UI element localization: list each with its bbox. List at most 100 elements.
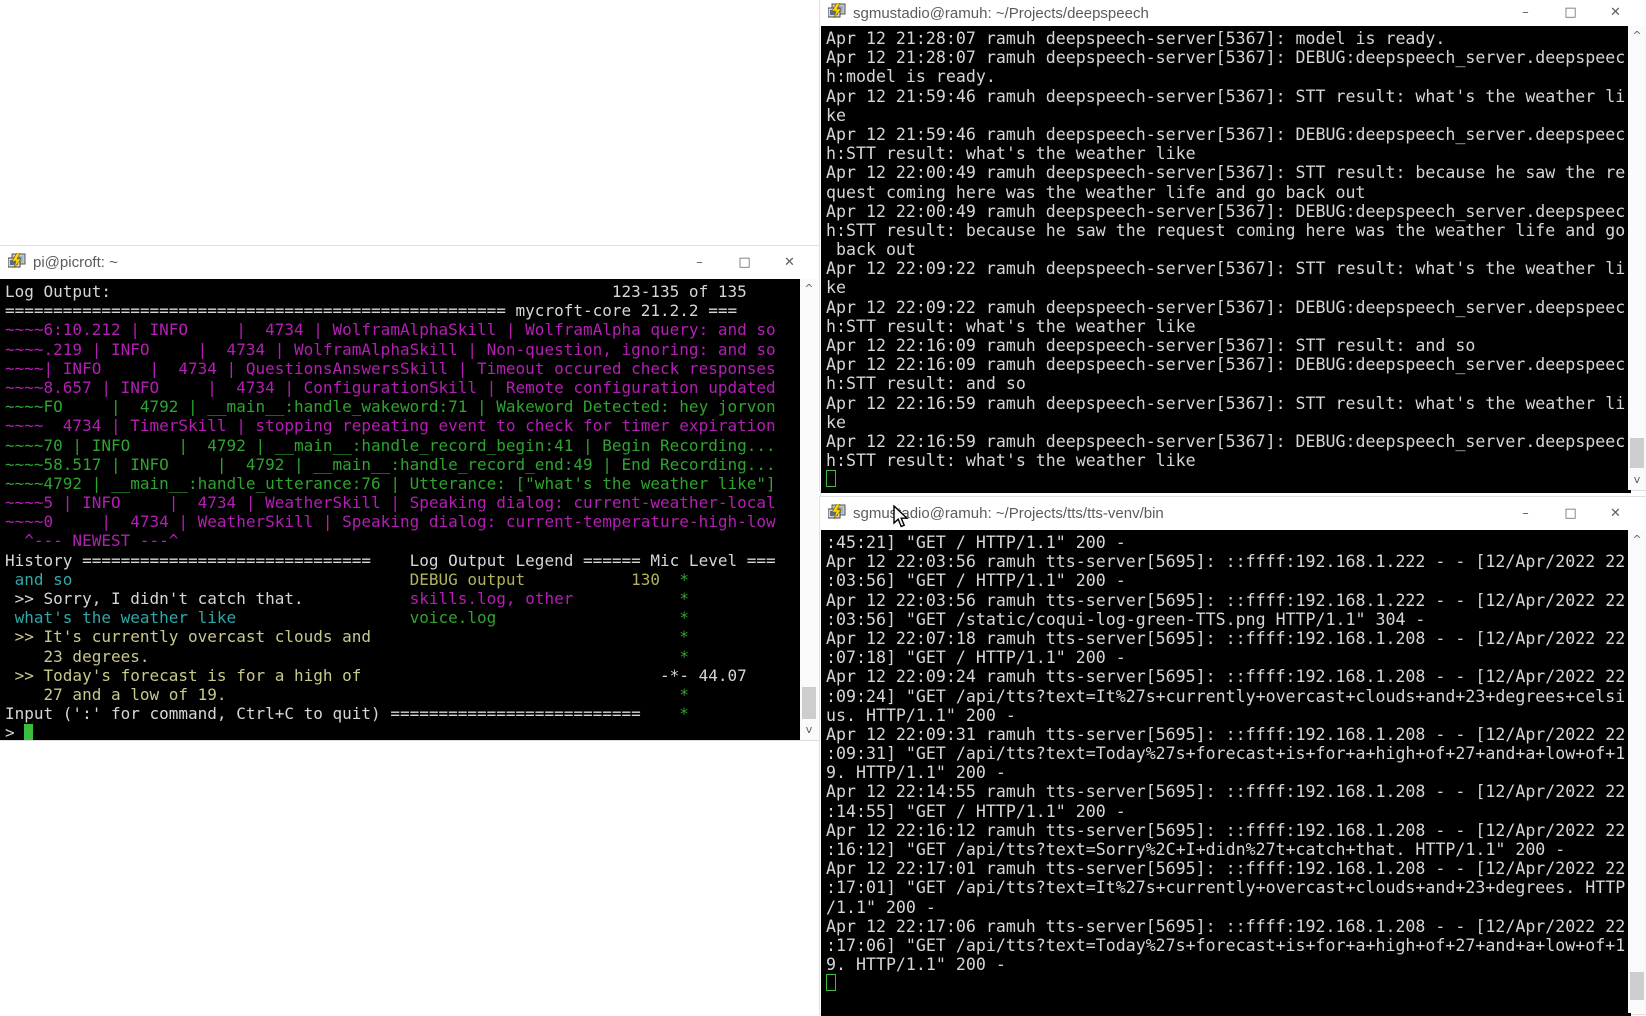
minimize-icon[interactable]: – (1503, 502, 1548, 526)
text-cursor (826, 470, 836, 487)
deepspeech-terminal-output[interactable]: Apr 12 21:28:07 ramuh deepspeech-server[… (821, 26, 1631, 493)
terminal-line: ~~~~6:10.212 | INFO | 4734 | WolframAlph… (5, 320, 800, 339)
terminal-line: Input (':' for command, Ctrl+C to quit) … (5, 704, 800, 723)
terminal-line: ~~~~0 | 4734 | WeatherSkill | Speaking d… (5, 512, 800, 531)
deepspeech-titlebar[interactable]: sgmustadio@ramuh: ~/Projects/deepspeech … (820, 0, 1646, 26)
terminal-line: ~~~~| INFO | 4734 | QuestionsAnswersSkil… (5, 359, 800, 378)
terminal-line: 9. HTTP/1.1" 200 - (826, 763, 1631, 782)
terminal-line: >> It's currently overcast clouds and * (5, 627, 800, 646)
terminal-line: h:STT result: because he saw the request… (826, 221, 1631, 240)
picroft-terminal-output[interactable]: Log Output: 123-135 of 135==============… (0, 279, 800, 740)
terminal-line: Apr 12 22:03:56 ramuh tts-server[5695]: … (826, 591, 1631, 610)
terminal-line: Log Output: 123-135 of 135 (5, 282, 800, 301)
putty-terminal-icon (8, 253, 26, 273)
terminal-line: Apr 12 22:16:12 ramuh tts-server[5695]: … (826, 821, 1631, 840)
terminal-line: h:STT result: what's the weather like (826, 317, 1631, 336)
terminal-line: 27 and a low of 19. * (5, 685, 800, 704)
terminal-line: Apr 12 22:00:49 ramuh deepspeech-server[… (826, 202, 1631, 221)
terminal-line: h:STT result: and so (826, 374, 1631, 393)
terminal-line: quest coming here was the weather life a… (826, 183, 1631, 202)
terminal-line (826, 974, 1631, 993)
scroll-up-icon[interactable]: ^ (1628, 532, 1646, 548)
window-tts: sgmustadio@ramuh: ~/Projects/tts/tts-ven… (820, 497, 1646, 1014)
terminal-line: >> Today's forecast is for a high of -*-… (5, 666, 800, 685)
terminal-line: /1.1" 200 - (826, 898, 1631, 917)
terminal-line: :45:21] "GET / HTTP/1.1" 200 - (826, 533, 1631, 552)
terminal-line: Apr 12 21:28:07 ramuh deepspeech-server[… (826, 48, 1631, 67)
deepspeech-scrollbar[interactable]: ^ v (1628, 26, 1646, 490)
terminal-line: Apr 12 22:16:59 ramuh deepspeech-server[… (826, 432, 1631, 451)
terminal-line: :16:12] "GET /api/tts?text=Sorry%2C+I+di… (826, 840, 1631, 859)
tts-terminal-output[interactable]: :45:21] "GET / HTTP/1.1" 200 -Apr 12 22:… (821, 530, 1631, 1016)
terminal-line: :17:06] "GET /api/tts?text=Today%27s+for… (826, 936, 1631, 955)
maximize-icon[interactable]: □ (1548, 502, 1593, 526)
terminal-line: ~~~~70 | INFO | 4792 | __main__:handle_r… (5, 436, 800, 455)
maximize-icon[interactable]: □ (722, 251, 767, 275)
terminal-line: ~~~~FO | 4792 | __main__:handle_wakeword… (5, 397, 800, 416)
terminal-line: and so DEBUG output 130 * (5, 570, 800, 589)
terminal-line: Apr 12 22:14:55 ramuh tts-server[5695]: … (826, 782, 1631, 801)
terminal-line: ~~~~8.657 | INFO | 4734 | ConfigurationS… (5, 378, 800, 397)
terminal-line: h:STT result: what's the weather like (826, 144, 1631, 163)
scroll-up-icon[interactable]: ^ (1628, 28, 1646, 44)
scroll-down-icon[interactable]: v (800, 722, 818, 738)
picroft-scrollbar[interactable]: ^ v (800, 279, 818, 740)
terminal-line: Apr 12 22:09:22 ramuh deepspeech-server[… (826, 259, 1631, 278)
terminal-line: ke (826, 278, 1631, 297)
close-icon[interactable]: ✕ (1593, 1, 1638, 25)
maximize-icon[interactable]: □ (1548, 1, 1593, 25)
terminal-line: :09:31] "GET /api/tts?text=Today%27s+for… (826, 744, 1631, 763)
terminal-line: ========================================… (5, 301, 800, 320)
terminal-line: :03:56] "GET / HTTP/1.1" 200 - (826, 571, 1631, 590)
text-cursor (826, 974, 836, 991)
terminal-line: Apr 12 22:03:56 ramuh tts-server[5695]: … (826, 552, 1631, 571)
terminal-line: :14:55] "GET / HTTP/1.1" 200 - (826, 802, 1631, 821)
terminal-line: Apr 12 21:28:07 ramuh deepspeech-server[… (826, 29, 1631, 48)
terminal-line: >> Sorry, I didn't catch that. skills.lo… (5, 589, 800, 608)
terminal-line: ~~~~4792 | __main__:handle_utterance:76 … (5, 474, 800, 493)
scroll-down-icon[interactable]: v (1628, 472, 1646, 488)
terminal-line: back out (826, 240, 1631, 259)
window-deepspeech: sgmustadio@ramuh: ~/Projects/deepspeech … (820, 0, 1646, 490)
terminal-line: h:STT result: what's the weather like (826, 451, 1631, 470)
scrollbar-thumb[interactable] (1630, 438, 1644, 468)
desktop: { "chrome": { "minimize": "–", "maximize… (0, 0, 1646, 1014)
scrollbar-thumb[interactable] (1630, 972, 1644, 1000)
putty-terminal-icon (828, 504, 846, 524)
terminal-line: ^--- NEWEST ---^ (5, 531, 800, 550)
scroll-up-icon[interactable]: ^ (800, 281, 818, 297)
terminal-line: 23 degrees. * (5, 647, 800, 666)
tts-window-title: sgmustadio@ramuh: ~/Projects/tts/tts-ven… (853, 505, 1503, 522)
minimize-icon[interactable]: – (677, 251, 722, 275)
terminal-line: Apr 12 22:07:18 ramuh tts-server[5695]: … (826, 629, 1631, 648)
scrollbar-thumb[interactable] (802, 687, 816, 719)
terminal-line: ~~~~5 | INFO | 4734 | WeatherSkill | Spe… (5, 493, 800, 512)
close-icon[interactable]: ✕ (767, 251, 812, 275)
terminal-line: Apr 12 22:00:49 ramuh deepspeech-server[… (826, 163, 1631, 182)
putty-terminal-icon (828, 3, 846, 23)
terminal-line: Apr 12 22:16:09 ramuh deepspeech-server[… (826, 336, 1631, 355)
tts-titlebar[interactable]: sgmustadio@ramuh: ~/Projects/tts/tts-ven… (820, 497, 1646, 530)
terminal-line: :07:18] "GET / HTTP/1.1" 200 - (826, 648, 1631, 667)
terminal-line: :17:01] "GET /api/tts?text=It%27s+curren… (826, 878, 1631, 897)
picroft-titlebar[interactable]: pi@picroft: ~ – □ ✕ (0, 246, 820, 279)
terminal-line: Apr 12 22:16:59 ramuh deepspeech-server[… (826, 394, 1631, 413)
terminal-line: ~~~~58.517 | INFO | 4792 | __main__:hand… (5, 455, 800, 474)
picroft-window-title: pi@picroft: ~ (33, 254, 677, 271)
minimize-icon[interactable]: – (1503, 1, 1548, 25)
terminal-line: ke (826, 413, 1631, 432)
terminal-line (826, 470, 1631, 489)
tts-scrollbar[interactable]: ^ (1628, 530, 1646, 1013)
terminal-line: > (5, 723, 800, 740)
terminal-line: us. HTTP/1.1" 200 - (826, 706, 1631, 725)
close-icon[interactable]: ✕ (1593, 502, 1638, 526)
terminal-line: Apr 12 22:16:09 ramuh deepspeech-server[… (826, 355, 1631, 374)
terminal-line: Apr 12 21:59:46 ramuh deepspeech-server[… (826, 87, 1631, 106)
terminal-line: 9. HTTP/1.1" 200 - (826, 955, 1631, 974)
terminal-line: Apr 12 22:17:01 ramuh tts-server[5695]: … (826, 859, 1631, 878)
terminal-line: Apr 12 22:17:06 ramuh tts-server[5695]: … (826, 917, 1631, 936)
terminal-line: ke (826, 106, 1631, 125)
terminal-line: Apr 12 22:09:31 ramuh tts-server[5695]: … (826, 725, 1631, 744)
terminal-line: ~~~~.219 | INFO | 4734 | WolframAlphaSki… (5, 340, 800, 359)
terminal-line: Apr 12 21:59:46 ramuh deepspeech-server[… (826, 125, 1631, 144)
